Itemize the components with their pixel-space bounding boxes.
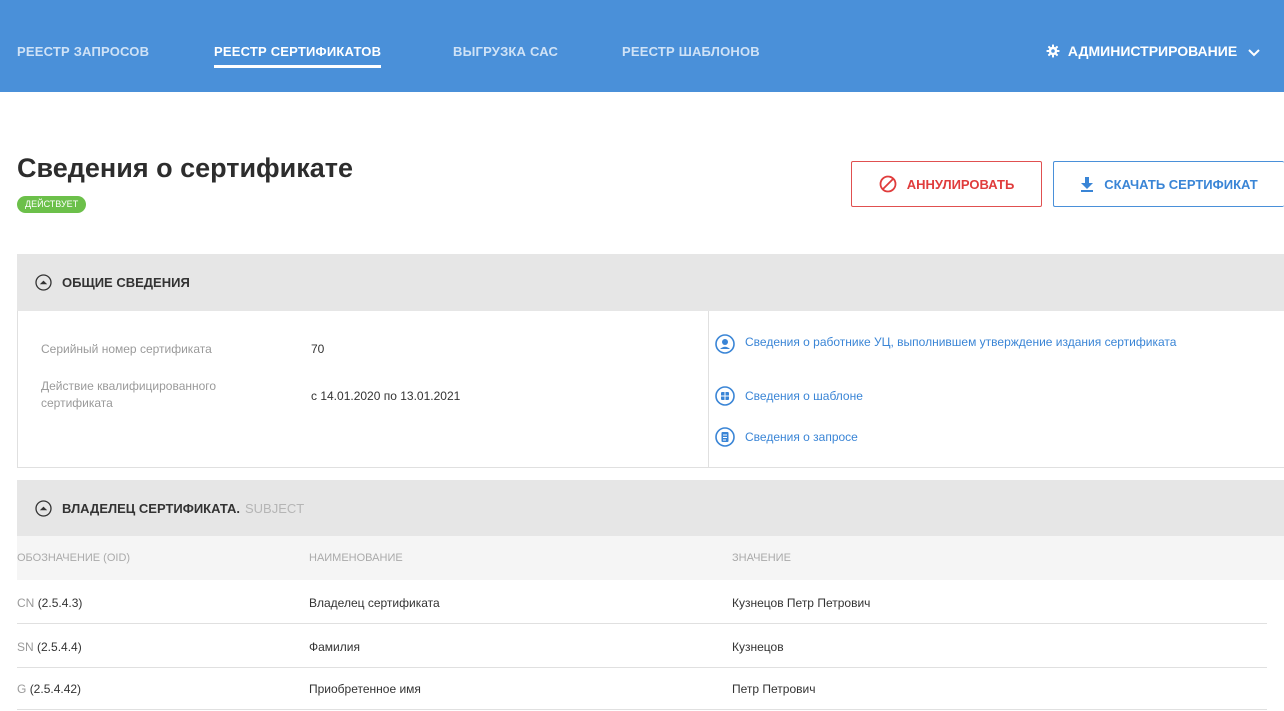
column-header-oid: ОБОЗНАЧЕНИЕ (OID) <box>17 552 131 564</box>
column-header-value: ЗНАЧЕНИЕ <box>732 552 791 564</box>
validity-period-value: с 14.01.2020 по 13.01.2021 <box>311 389 461 403</box>
revoke-button[interactable]: АННУЛИРОВАТЬ <box>851 161 1042 207</box>
oid-code: CN <box>17 596 35 610</box>
page-title: Сведения о сертификате <box>17 153 354 183</box>
status-badge: ДЕЙСТВУЕТ <box>17 196 87 213</box>
attribute-value-cell: Кузнецов <box>732 640 784 654</box>
forbidden-icon <box>879 175 897 193</box>
oid-number: (2.5.4.3) <box>37 596 83 610</box>
template-info-link-label: Сведения о шаблоне <box>745 389 863 403</box>
active-tab-indicator <box>214 65 382 68</box>
document-icon <box>715 427 735 447</box>
table-row: SN (2.5.4.4) Фамилия Кузнецов <box>17 625 1267 668</box>
nav-item-templates-registry[interactable]: РЕЕСТР ШАБЛОНОВ <box>622 44 760 59</box>
nav-item-certificates-registry[interactable]: РЕЕСТР СЕРТИФИКАТОВ <box>214 44 382 68</box>
admin-menu-label: АДМИНИСТРИРОВАНИЕ <box>1067 43 1238 59</box>
oid-cell: SN (2.5.4.4) <box>17 640 82 654</box>
attribute-value-cell: Кузнецов Петр Петрович <box>732 596 871 610</box>
chevron-down-icon <box>1248 49 1260 57</box>
user-circle-icon <box>715 334 735 354</box>
oid-cell: G (2.5.4.42) <box>17 682 81 696</box>
attribute-name-cell: Владелец сертификата <box>309 596 440 610</box>
request-info-link-label: Сведения о запросе <box>745 430 858 444</box>
attribute-name-cell: Приобретенное имя <box>309 682 421 696</box>
owner-table-header: ОБОЗНАЧЕНИЕ (OID) НАИМЕНОВАНИЕ ЗНАЧЕНИЕ <box>17 536 1284 580</box>
oid-number: (2.5.4.4) <box>37 640 82 654</box>
validity-period-label: Действие квалифицированного сертификата <box>41 379 217 410</box>
top-navbar: РЕЕСТР ЗАПРОСОВ РЕЕСТР СЕРТИФИКАТОВ ВЫГР… <box>0 0 1284 92</box>
general-info-title: ОБЩИЕ СВЕДЕНИЯ <box>62 275 190 290</box>
collapse-circle-icon <box>35 500 52 517</box>
oid-code: SN <box>17 640 34 654</box>
download-icon <box>1081 177 1094 192</box>
oid-code: G <box>17 682 27 696</box>
revoke-button-label: АННУЛИРОВАТЬ <box>906 176 1015 192</box>
template-info-link[interactable]: Сведения о шаблоне <box>715 386 863 406</box>
table-row: G (2.5.4.42) Приобретенное имя Петр Петр… <box>17 667 1267 710</box>
owner-section-title: ВЛАДЕЛЕЦ СЕРТИФИКАТА. <box>62 501 240 516</box>
collapse-circle-icon <box>35 274 52 291</box>
request-info-link[interactable]: Сведения о запросе <box>715 427 858 447</box>
download-button-label: СКАЧАТЬ СЕРТИФИКАТ <box>1104 176 1258 192</box>
column-divider <box>708 311 709 467</box>
owner-section-subtitle: SUBJECT <box>244 501 305 516</box>
attribute-name-cell: Фамилия <box>309 640 360 654</box>
general-info-section-header[interactable]: ОБЩИЕ СВЕДЕНИЯ <box>17 254 1284 311</box>
attribute-value-cell: Петр Петрович <box>732 682 816 696</box>
column-header-name: НАИМЕНОВАНИЕ <box>309 552 403 564</box>
download-certificate-button[interactable]: СКАЧАТЬ СЕРТИФИКАТ <box>1053 161 1284 207</box>
table-row: CN (2.5.4.3) Владелец сертификата Кузнец… <box>17 581 1267 624</box>
owner-section-header[interactable]: ВЛАДЕЛЕЦ СЕРТИФИКАТА. SUBJECT <box>17 480 1284 537</box>
admin-menu[interactable]: АДМИНИСТРИРОВАНИЕ <box>1046 43 1265 59</box>
oid-cell: CN (2.5.4.3) <box>17 596 82 610</box>
approver-info-link[interactable]: Сведения о работнике УЦ, выполнившем утв… <box>715 334 1195 354</box>
approver-info-link-label: Сведения о работнике УЦ, выполнившем утв… <box>745 335 1177 349</box>
template-icon <box>715 386 735 406</box>
serial-number-value: 70 <box>311 342 325 356</box>
serial-number-label: Серийный номер сертификата <box>41 342 212 356</box>
nav-item-cas-export[interactable]: ВЫГРУЗКА САС <box>453 44 558 59</box>
nav-item-requests-registry[interactable]: РЕЕСТР ЗАПРОСОВ <box>17 44 149 59</box>
oid-number: (2.5.4.42) <box>29 682 82 696</box>
gear-icon <box>1046 44 1060 58</box>
